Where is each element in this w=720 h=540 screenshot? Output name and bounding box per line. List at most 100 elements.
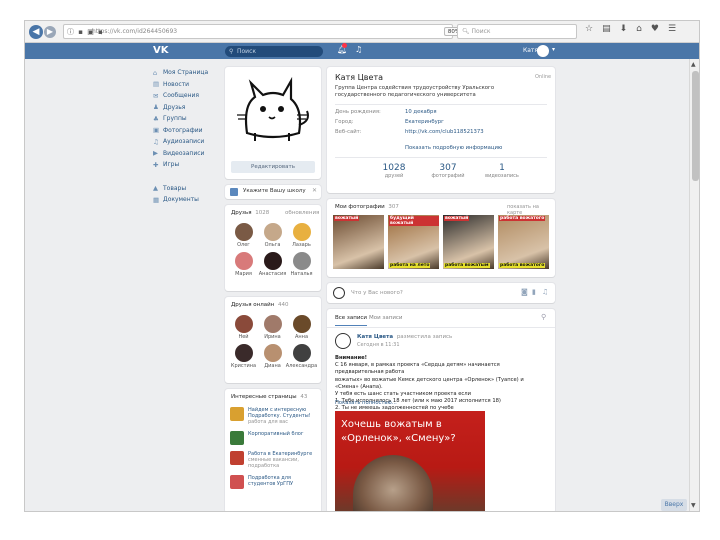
page-avatar[interactable] <box>230 451 244 465</box>
friend-name[interactable]: Олег <box>237 242 250 248</box>
chevron-down-icon[interactable]: ▾ <box>552 46 555 53</box>
post-banner-image[interactable]: Хочешь вожатым в «Орленок», «Смену»? <box>335 411 485 511</box>
menu-item[interactable]: ▶ Видеозаписи <box>153 148 233 160</box>
info-value[interactable]: Екатеринбург <box>405 119 444 129</box>
interesting-page-item[interactable]: Подработка для студентов УрГПУ <box>230 475 318 489</box>
counter-item[interactable]: 307 фотографий <box>431 163 465 179</box>
menu-item[interactable]: ✉ Сообщения <box>153 90 233 102</box>
friend-name[interactable]: Ирина <box>264 334 281 340</box>
page-avatar[interactable] <box>230 407 244 421</box>
interesting-page-item[interactable]: Найдем с интересную Подработку. Студенты… <box>230 407 318 425</box>
photo-thumbnail[interactable]: работа вожатого работа вожатого <box>498 215 549 269</box>
scroll-top-button[interactable]: Вверх <box>661 499 687 511</box>
menu-icon[interactable]: ☰ <box>668 24 676 34</box>
friend-avatar[interactable] <box>263 344 282 362</box>
photo-thumbnail[interactable]: вожатый работа вожатым <box>443 215 494 269</box>
friends-updates-link[interactable]: обновления <box>285 210 319 216</box>
friend-name[interactable]: Ольга <box>265 242 281 248</box>
friend-avatar[interactable] <box>292 344 311 362</box>
friend-item[interactable]: Мария <box>229 252 258 277</box>
school-prompt-card[interactable]: Укажите Вашу школу ✕ <box>225 185 321 199</box>
info-value[interactable]: 10 декабря <box>405 109 437 119</box>
menu-item[interactable]: ♫ Аудиозаписи <box>153 136 233 148</box>
new-post-input[interactable]: Что у Вас нового? <box>351 290 403 296</box>
page-scrollbar[interactable]: ▲ ▼ <box>689 59 699 511</box>
post-avatar[interactable] <box>335 333 351 349</box>
address-bar[interactable]: ⓘ ▪ ▣ ▪ https://vk.com/id264450693 80% ↻ <box>63 24 479 39</box>
friend-item[interactable]: Ирина <box>258 315 287 340</box>
friend-avatar[interactable] <box>263 315 282 333</box>
photo-thumbnail[interactable]: вожатый <box>333 215 384 269</box>
friend-avatar[interactable] <box>234 344 253 362</box>
bookmark-star-icon[interactable]: ☆ <box>585 24 593 34</box>
back-icon[interactable]: ◀ <box>29 24 43 39</box>
wall-search-icon[interactable]: ⚲ <box>541 313 546 321</box>
browser-search-input[interactable]: 🔍︎ Поиск <box>457 24 577 39</box>
menu-item[interactable]: ▤ Новости <box>153 79 233 91</box>
header-user-name[interactable]: Катя <box>523 47 538 54</box>
friend-name[interactable]: Диана <box>264 363 281 369</box>
music-icon[interactable]: ♫ <box>355 45 362 54</box>
interesting-page-item[interactable]: Корпоративный блог <box>230 431 318 445</box>
video-attach-icon[interactable]: ▮ <box>532 288 536 296</box>
page-name[interactable]: Корпоративный блог <box>248 431 303 437</box>
friend-name[interactable]: Кристина <box>231 363 256 369</box>
wall-tab-all[interactable]: Все записи <box>335 315 367 326</box>
music-attach-icon[interactable]: ♫ <box>542 288 548 296</box>
menu-item[interactable]: ♟ Друзья <box>153 102 233 114</box>
friend-name[interactable]: Александра <box>286 363 318 369</box>
interesting-title[interactable]: Интересные страницы <box>231 394 297 400</box>
show-details-link[interactable]: Показать подробную информацию <box>405 145 502 151</box>
menu-item[interactable]: ♣ Группы <box>153 113 233 125</box>
download-icon[interactable]: ⬇ <box>620 24 628 34</box>
friend-avatar[interactable] <box>292 252 311 270</box>
post-time[interactable]: Сегодня в 11:31 <box>357 342 400 348</box>
menu-item[interactable]: ▲ Товары <box>153 183 233 195</box>
friends-title[interactable]: Друзья <box>231 210 252 216</box>
menu-item[interactable]: ▣ Фотографии <box>153 125 233 137</box>
online-friends-title[interactable]: Друзья онлайн <box>231 302 274 308</box>
friend-item[interactable]: Анастасия <box>258 252 287 277</box>
menu-item[interactable]: ⌂ Моя Страница <box>153 67 233 79</box>
interesting-page-item[interactable]: Работа в Екатеринбурге сменные вакансии, … <box>230 451 318 469</box>
friend-item[interactable]: Диана <box>258 344 287 369</box>
vk-search-input[interactable]: ⚲ Поиск <box>225 46 323 57</box>
photos-title[interactable]: Мои фотографии <box>335 204 385 210</box>
friend-avatar[interactable] <box>263 252 282 270</box>
page-avatar[interactable] <box>230 475 244 489</box>
photo-thumbnail[interactable]: будущий вожатый работа на лето <box>388 215 439 269</box>
wall-tab-mine[interactable]: Мои записи <box>369 315 403 321</box>
friend-avatar[interactable] <box>263 223 282 241</box>
friend-name[interactable]: Анастасия <box>259 271 287 277</box>
post-show-more[interactable]: Показать полностью... <box>335 400 397 406</box>
friend-avatar[interactable] <box>292 315 311 333</box>
friend-item[interactable]: Кристина <box>229 344 258 369</box>
friend-avatar[interactable] <box>234 252 253 270</box>
close-icon[interactable]: ✕ <box>312 187 317 194</box>
friend-item[interactable]: Олег <box>229 223 258 248</box>
friend-avatar[interactable] <box>234 315 253 333</box>
scroll-down-icon[interactable]: ▼ <box>691 502 696 509</box>
camera-icon[interactable]: ◙ <box>521 288 528 296</box>
header-avatar[interactable] <box>537 45 549 57</box>
pocket-icon[interactable]: ♥ <box>651 24 659 34</box>
friend-item[interactable]: Наталья <box>287 252 316 277</box>
profile-avatar-cat[interactable] <box>233 75 313 159</box>
friend-name[interactable]: Ней <box>238 334 248 340</box>
friend-item[interactable]: Анна <box>287 315 316 340</box>
friend-name[interactable]: Лазарь <box>292 242 311 248</box>
friend-name[interactable]: Анна <box>295 334 308 340</box>
vk-logo[interactable]: VK <box>153 45 169 56</box>
menu-item[interactable]: ▦ Документы <box>153 194 233 206</box>
page-name[interactable]: Подработка для студентов УрГПУ <box>248 475 318 487</box>
forward-icon[interactable]: ▶ <box>44 25 56 38</box>
friend-avatar[interactable] <box>234 223 253 241</box>
friend-avatar[interactable] <box>292 223 311 241</box>
friend-name[interactable]: Мария <box>235 271 252 277</box>
scroll-up-icon[interactable]: ▲ <box>691 61 696 68</box>
menu-item[interactable]: ✚ Игры <box>153 159 233 171</box>
profile-status[interactable]: Группа Центра содействия трудоустройству… <box>335 85 531 99</box>
page-name[interactable]: Найдем с интересную Подработку. Студенты… <box>248 407 318 419</box>
counter-item[interactable]: 1 видеозапись <box>485 163 519 179</box>
friend-name[interactable]: Наталья <box>291 271 313 277</box>
